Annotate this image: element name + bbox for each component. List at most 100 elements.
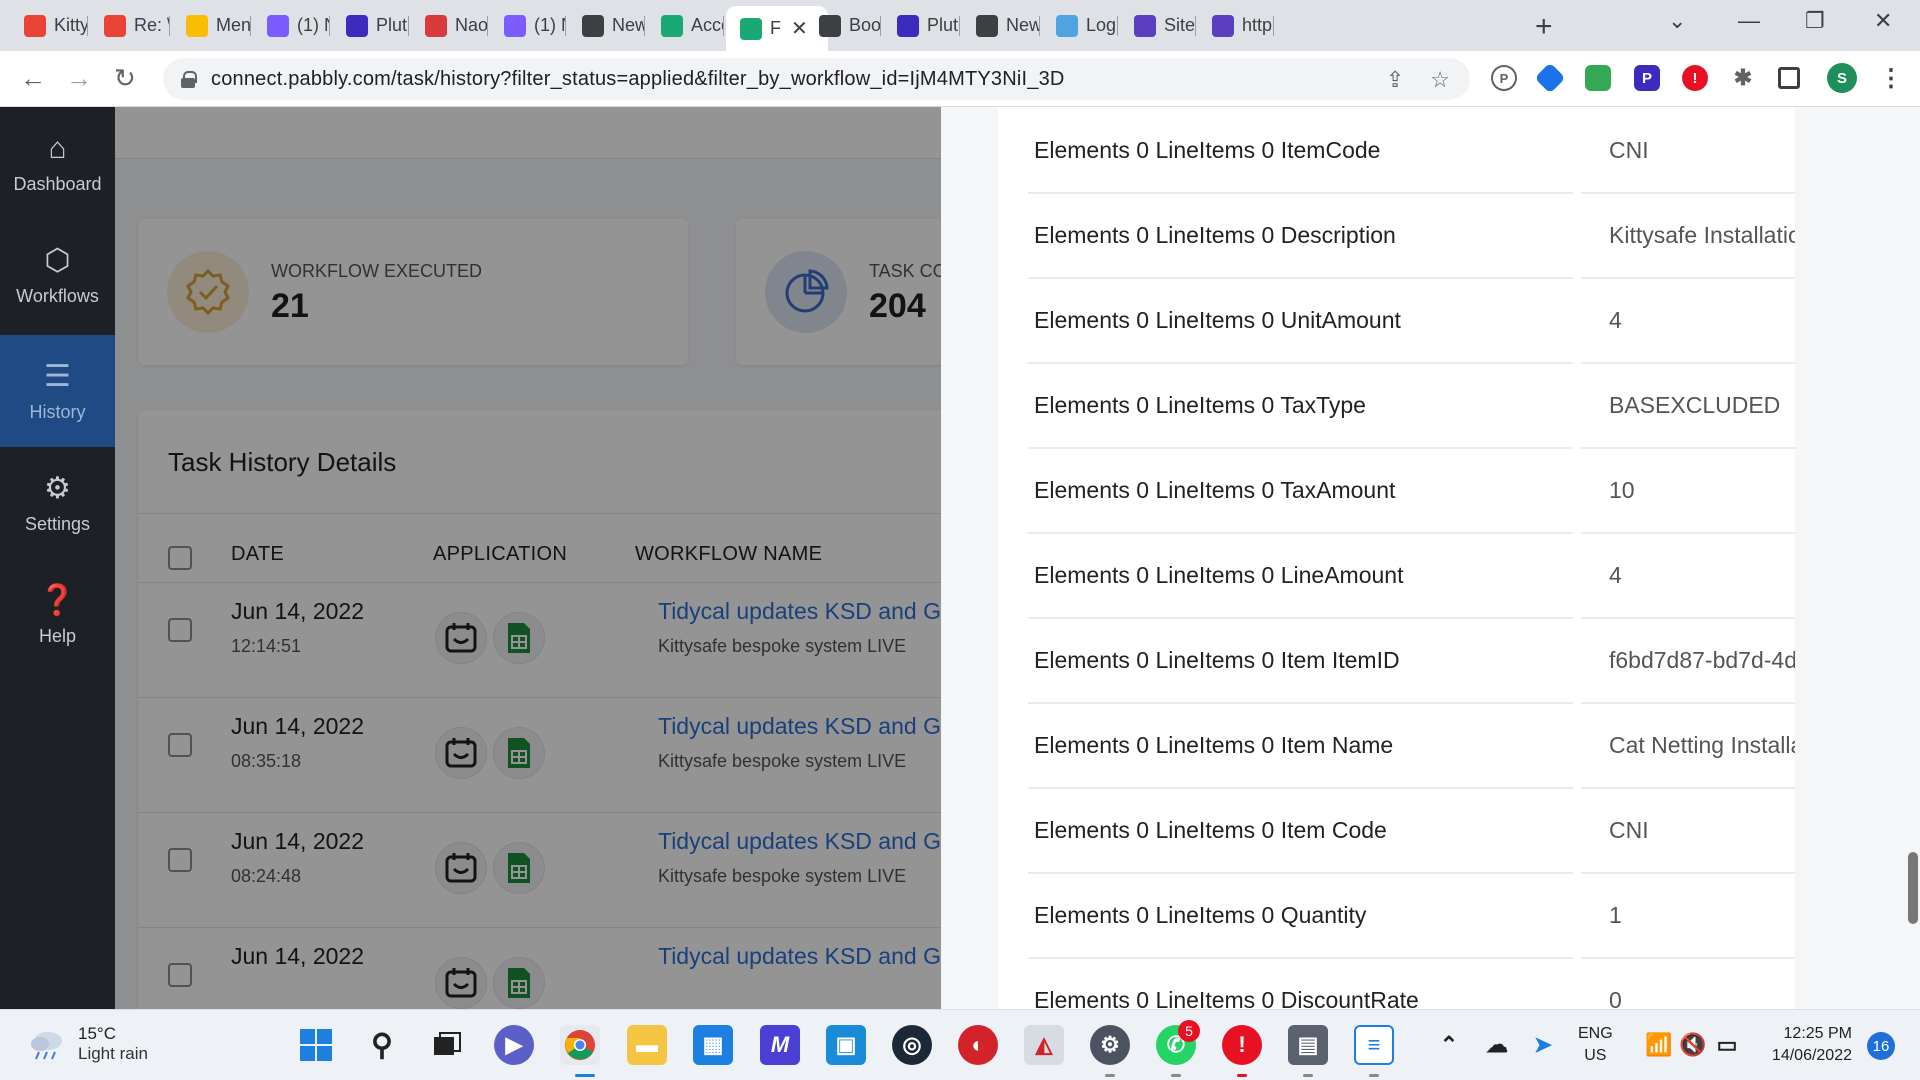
trend-micro-icon[interactable]: ◐ <box>958 1025 998 1065</box>
sidebar-item-history[interactable]: ☰ History <box>0 335 115 447</box>
browser-tab[interactable]: (1) N <box>490 8 566 43</box>
forward-arrow-icon[interactable]: → <box>66 63 92 94</box>
detail-key: Elements 0 LineItems 0 TaxAmount <box>1028 449 1573 534</box>
bookmark-star-icon[interactable]: ☆ <box>1430 67 1450 93</box>
file-explorer-icon[interactable]: ▬ <box>627 1025 667 1065</box>
close-window-button[interactable]: ✕ <box>1874 8 1892 34</box>
more-menu-icon[interactable]: ⋮ <box>1878 65 1904 92</box>
browser-tab[interactable]: New <box>962 8 1040 43</box>
tab-title: Men <box>216 15 251 35</box>
task-view-icon[interactable] <box>427 1025 467 1065</box>
onedrive-icon[interactable]: ☁ <box>1477 1025 1517 1065</box>
running-indicator <box>575 1074 595 1077</box>
messenger-icon <box>267 14 289 37</box>
back-arrow-icon[interactable]: ← <box>20 63 46 94</box>
extensions-puzzle-icon[interactable]: ✱ <box>1730 65 1756 91</box>
github-icon <box>976 14 998 37</box>
clock[interactable]: 12:25 PM 14/06/2022 <box>1762 1023 1852 1067</box>
tab-separator <box>880 16 881 36</box>
calculator-icon[interactable]: ▤ <box>1288 1025 1328 1065</box>
detail-value: Cat Netting Installati <box>1581 704 1795 789</box>
tab-title: (1) N <box>534 15 566 35</box>
extension-red-icon[interactable]: ! <box>1682 65 1708 91</box>
teams-chat-icon[interactable]: ▶ <box>494 1025 534 1065</box>
browser-tab[interactable]: Log <box>1042 8 1118 43</box>
location-icon[interactable]: ➤ <box>1523 1025 1563 1065</box>
badge-1k-icon <box>425 14 447 37</box>
sidebar-item-workflows[interactable]: ⬡ Workflows <box>0 219 115 331</box>
tab-title: Plut <box>927 15 959 35</box>
running-indicator <box>1171 1074 1181 1077</box>
weather-widget[interactable]: 15°C Light rain <box>28 1024 148 1064</box>
sidebar-item-settings[interactable]: ⚙ Settings <box>0 447 115 559</box>
reload-icon[interactable]: ↻ <box>114 63 136 94</box>
gmail-icon <box>24 14 46 37</box>
browser-tab[interactable]: Kitty <box>10 8 88 43</box>
url-text[interactable]: connect.pabbly.com/task/history?filter_s… <box>211 68 1065 91</box>
detail-panel: Elements 0 LineItems 0 ItemCode CNI Elem… <box>998 107 1795 1009</box>
modal-backdrop[interactable] <box>115 107 1056 1009</box>
windows-start-icon[interactable] <box>296 1025 336 1065</box>
detail-key: Elements 0 LineItems 0 Item Code <box>1028 789 1573 874</box>
tab-separator <box>723 16 724 36</box>
browser-tab[interactable]: Plut <box>883 8 960 43</box>
restore-button[interactable]: ❐ <box>1805 8 1825 34</box>
detail-value: 10 <box>1581 449 1795 534</box>
browser-tab[interactable]: Nao <box>411 8 488 43</box>
sidebar-item-label: Help <box>38 626 77 646</box>
tab-separator <box>644 16 645 36</box>
running-indicator <box>1303 1074 1313 1077</box>
new-tab-button[interactable]: + <box>1535 10 1553 44</box>
language-indicator[interactable]: ENG US <box>1578 1023 1613 1067</box>
detail-key: Elements 0 LineItems 0 UnitAmount <box>1028 279 1573 364</box>
address-bar[interactable]: connect.pabbly.com/task/history?filter_s… <box>163 58 1470 100</box>
tab-search-icon[interactable]: ⌄ <box>1668 8 1686 34</box>
steam-icon[interactable]: ◎ <box>892 1025 932 1065</box>
microsoft-store-icon[interactable]: ▦ <box>693 1025 733 1065</box>
settings-gear-icon[interactable]: ⚙ <box>1090 1025 1130 1065</box>
tab-separator <box>87 16 88 36</box>
tab-title: Nao <box>455 15 488 35</box>
scrollbar-thumb[interactable] <box>1908 852 1918 924</box>
browser-tab[interactable]: Site <box>1120 8 1196 43</box>
share-icon[interactable]: ⇪ <box>1386 67 1404 93</box>
profile-avatar[interactable]: S <box>1827 63 1857 93</box>
minimize-button[interactable]: — <box>1738 8 1760 34</box>
clock-time: 12:25 PM <box>1783 1025 1852 1042</box>
lock-icon[interactable] <box>181 71 197 88</box>
running-indicator <box>1369 1074 1379 1077</box>
browser-tab[interactable]: Boo <box>805 8 881 43</box>
battery-icon[interactable]: ▭ <box>1707 1025 1747 1065</box>
sidebar-item-help[interactable]: ❓ Help <box>0 559 115 671</box>
extension-diamond-icon[interactable] <box>1534 62 1566 94</box>
extension-pabbly-icon[interactable]: P <box>1491 65 1517 91</box>
search-icon[interactable]: ⚲ <box>362 1025 402 1065</box>
browser-tab[interactable]: (1) N <box>253 8 330 43</box>
remote-desktop-icon[interactable]: ▣ <box>826 1025 866 1065</box>
browser-tab[interactable]: Acco <box>647 8 724 43</box>
photos-icon[interactable]: ◭ <box>1024 1025 1064 1065</box>
side-panel-icon[interactable] <box>1778 67 1800 89</box>
security-app-icon[interactable]: ! <box>1222 1025 1262 1065</box>
detail-key: Elements 0 LineItems 0 Item ItemID <box>1028 619 1573 704</box>
notification-count[interactable]: 16 <box>1867 1032 1895 1060</box>
clock-date: 14/06/2022 <box>1771 1047 1852 1064</box>
tab-separator <box>1195 16 1196 36</box>
browser-tab[interactable]: New <box>568 8 645 43</box>
tab-separator <box>169 16 170 36</box>
browser-tab[interactable]: Re: \ <box>90 8 170 43</box>
extension-folder-icon[interactable] <box>1585 65 1611 91</box>
browser-tab[interactable]: Pluti <box>332 8 409 43</box>
sidebar-item-label: Dashboard <box>13 173 102 194</box>
browser-tab[interactable]: Men <box>172 8 251 43</box>
chrome-icon[interactable] <box>560 1025 600 1065</box>
extension-p-icon[interactable]: P <box>1634 65 1660 91</box>
sidebar-item-dashboard[interactable]: ⌂ Dashboard <box>0 107 115 219</box>
chevron-up-icon[interactable]: ⌃ <box>1429 1025 1469 1065</box>
list-icon <box>1134 14 1156 37</box>
notepad-icon[interactable]: ≡ <box>1354 1025 1394 1065</box>
list-icon: ☰ <box>44 360 71 393</box>
tab-separator <box>250 16 251 36</box>
browser-tab[interactable]: http <box>1198 8 1274 43</box>
app-m-icon[interactable]: M <box>760 1025 800 1065</box>
